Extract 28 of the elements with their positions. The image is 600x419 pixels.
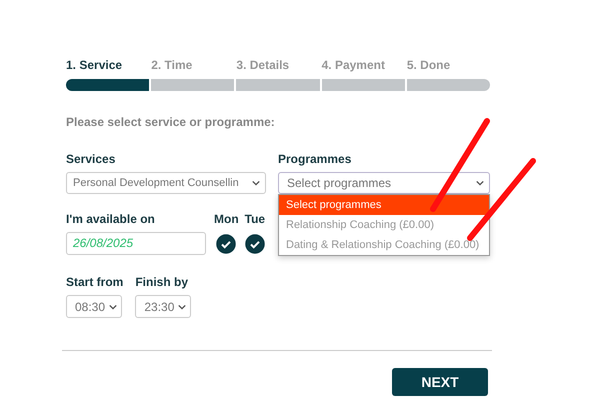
date-field[interactable]: 26/08/2025 xyxy=(66,232,206,255)
programmes-select[interactable]: Select programmes xyxy=(278,172,490,194)
step-label: 3. Details xyxy=(236,58,290,73)
checkbox[interactable] xyxy=(216,234,236,254)
next-button[interactable]: NEXT xyxy=(392,368,488,396)
field-label: Programmes xyxy=(278,152,352,166)
chevron-icon xyxy=(476,180,484,186)
step-label: 5. Done xyxy=(406,58,452,73)
step-label: 1. Service xyxy=(66,58,124,73)
dropdown-option[interactable]: Select programmes xyxy=(279,195,489,215)
field-label: Finish by xyxy=(135,275,190,289)
checkbox[interactable] xyxy=(244,234,265,254)
chevron-icon xyxy=(252,180,260,186)
step-label: 2. Time xyxy=(151,58,194,73)
instruction-text: Please select service or programme: xyxy=(66,115,276,129)
day-label: Tue xyxy=(244,212,266,226)
field-label: Services xyxy=(66,152,116,166)
field-label: Start from xyxy=(66,275,124,289)
time-select[interactable]: 23:30 xyxy=(135,295,192,318)
chevron-icon xyxy=(178,304,186,310)
day-label: Mon xyxy=(214,212,239,226)
time-select[interactable]: 08:30 xyxy=(66,295,122,318)
step-label: 4. Payment xyxy=(322,58,386,73)
field-label: I'm available on xyxy=(66,212,156,226)
dropdown-option[interactable]: Dating & Relationship Coaching (£0.00) xyxy=(279,235,489,255)
services-select[interactable]: Personal Development Counsellin xyxy=(66,172,266,194)
chevron-icon xyxy=(109,304,118,310)
dropdown-option[interactable]: Relationship Coaching (£0.00) xyxy=(279,215,489,235)
